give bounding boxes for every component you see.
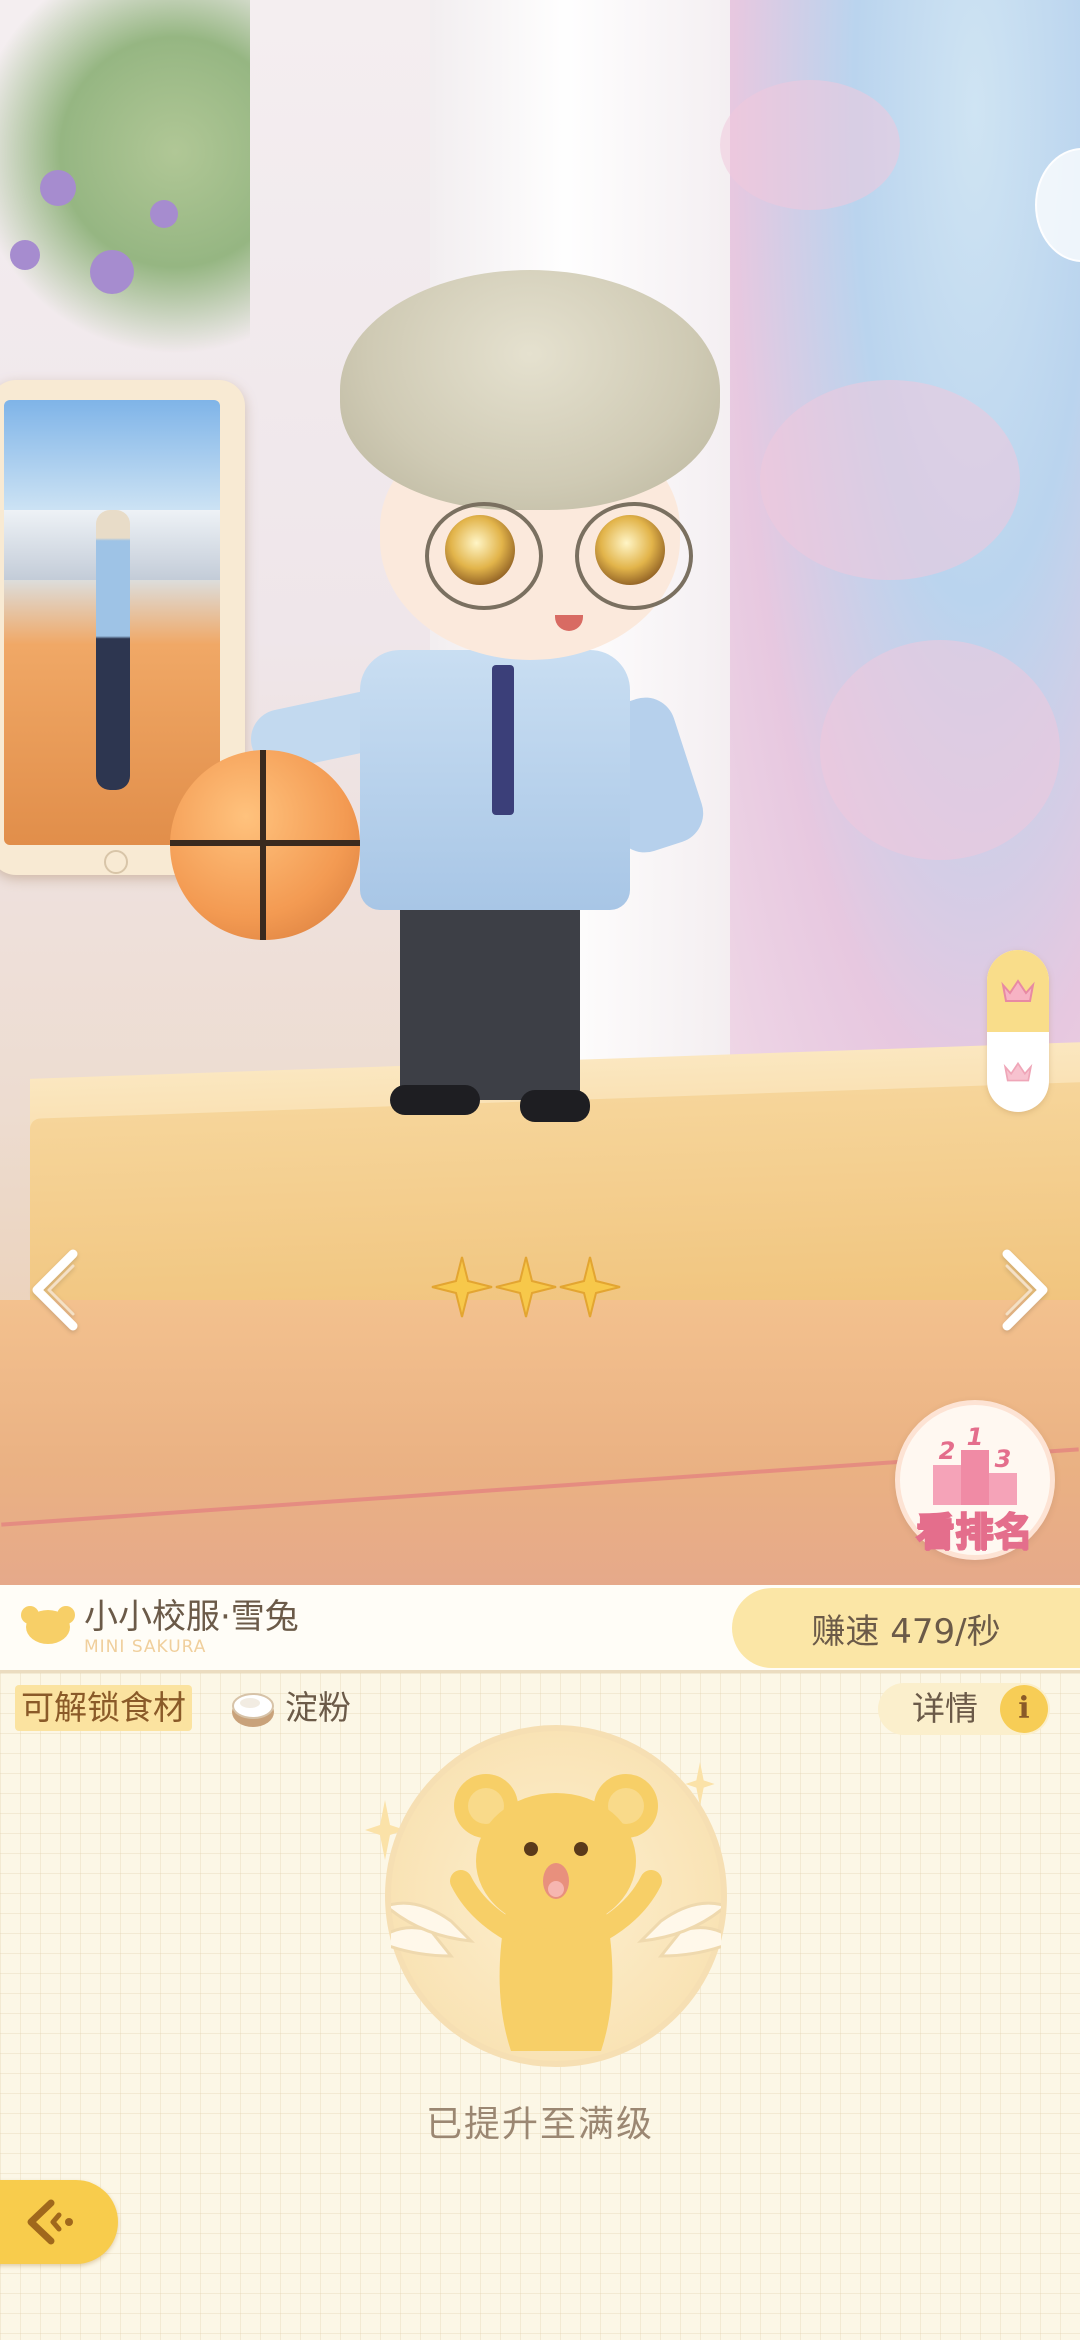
star-rating bbox=[430, 1255, 622, 1319]
tablet-screen bbox=[4, 400, 220, 845]
chibi-character bbox=[170, 270, 730, 1140]
podium-rank-1: 1 bbox=[967, 1425, 984, 1451]
card-subtitle: MINI SAKURA bbox=[84, 1637, 207, 1657]
chevron-left-icon bbox=[32, 1249, 78, 1331]
character-showcase-scene: 2 1 3 看排名 bbox=[0, 0, 1080, 1585]
character-hair bbox=[340, 270, 720, 510]
chevron-right-icon bbox=[1002, 1249, 1048, 1331]
glasses-lens bbox=[575, 502, 693, 610]
blossom-cluster bbox=[760, 380, 1020, 580]
star-sparkle-icon bbox=[559, 1256, 621, 1318]
flower bbox=[40, 170, 76, 206]
star-sparkle-icon bbox=[495, 1256, 557, 1318]
ranking-label: 看排名 bbox=[915, 1509, 1034, 1555]
tablet-home-button bbox=[104, 850, 128, 874]
view-ranking-button[interactable]: 2 1 3 看排名 bbox=[895, 1400, 1055, 1560]
crown-icon bbox=[1001, 979, 1035, 1002]
character-shoe bbox=[520, 1090, 590, 1122]
card-title-group: 小小校服·雪兔 MINI SAKURA bbox=[20, 1597, 299, 1657]
starch-bowl-icon bbox=[232, 1693, 274, 1727]
next-character-button[interactable] bbox=[995, 1245, 1055, 1335]
glasses-lens bbox=[425, 502, 543, 610]
card-title: 小小校服·雪兔 bbox=[84, 1597, 299, 1637]
crown-toggle-top[interactable] bbox=[987, 950, 1049, 1032]
unlockable-ingredient-label: 可解锁食材 bbox=[15, 1685, 192, 1731]
earn-rate-badge: 赚速 479/秒 bbox=[732, 1588, 1080, 1668]
back-arrow-icon bbox=[27, 2199, 73, 2245]
details-label: 详情 bbox=[912, 1689, 978, 1728]
kero-head-icon bbox=[21, 1606, 75, 1644]
flower bbox=[90, 250, 134, 294]
character-tie bbox=[492, 665, 514, 815]
flower bbox=[150, 200, 178, 228]
blossom-cluster bbox=[820, 640, 1060, 860]
podium-rank-3: 3 bbox=[995, 1445, 1012, 1473]
star-sparkle-icon bbox=[431, 1256, 493, 1318]
info-icon: i bbox=[1000, 1685, 1048, 1733]
details-button[interactable]: 详情 i bbox=[878, 1683, 1050, 1735]
crown-toggle-bottom[interactable] bbox=[987, 1032, 1049, 1112]
back-button[interactable] bbox=[0, 2180, 118, 2264]
kero-mascot-icon bbox=[391, 1774, 721, 2051]
character-pants bbox=[400, 900, 580, 1100]
max-level-status: 已提升至满级 bbox=[425, 2104, 654, 2145]
tablet-character bbox=[96, 510, 130, 790]
ingredient-name: 淀粉 bbox=[285, 1688, 351, 1727]
basketball bbox=[170, 750, 360, 940]
blossom-cluster bbox=[720, 80, 900, 210]
podium-rank-2: 2 bbox=[939, 1437, 956, 1465]
rank-view-toggle[interactable] bbox=[987, 950, 1049, 1112]
previous-character-button[interactable] bbox=[25, 1245, 85, 1335]
plant-leaves bbox=[0, 0, 250, 380]
podium-icon: 2 1 3 bbox=[933, 1425, 1017, 1505]
flower bbox=[10, 240, 40, 270]
max-level-emblem bbox=[385, 1725, 727, 2067]
character-shoe bbox=[390, 1085, 480, 1115]
crown-icon bbox=[1003, 1061, 1033, 1082]
